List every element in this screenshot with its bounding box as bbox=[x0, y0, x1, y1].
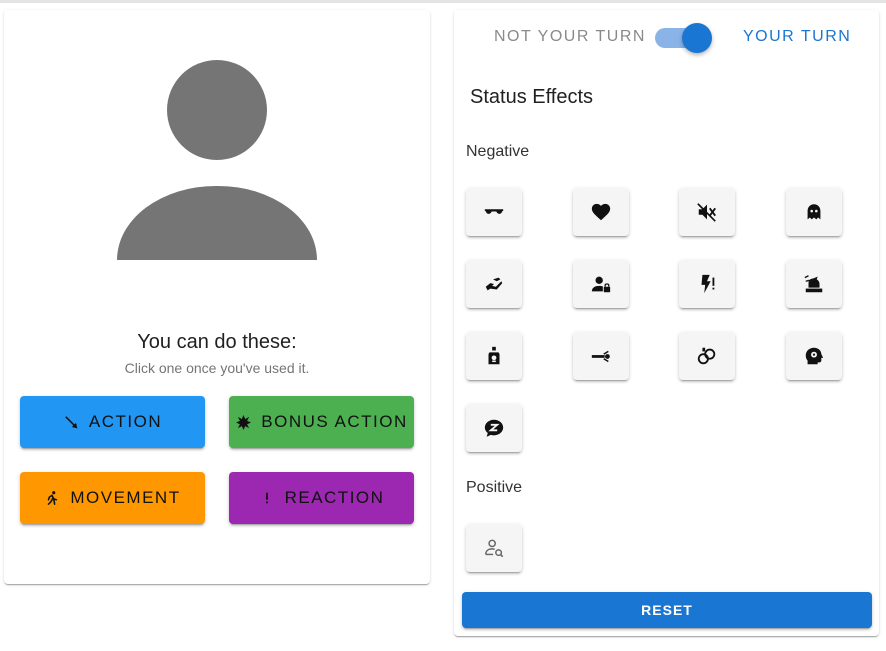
restrained-icon bbox=[697, 347, 716, 365]
actions-subtitle: Click one once you've used it. bbox=[124, 360, 310, 376]
prone-icon bbox=[591, 350, 610, 363]
effect-petrified-button[interactable] bbox=[786, 260, 842, 308]
exclamation-icon bbox=[259, 490, 275, 506]
stunned-icon bbox=[805, 347, 824, 365]
movement-button[interactable]: MOVEMENT bbox=[20, 472, 205, 524]
not-your-turn-label: NOT YOUR TURN bbox=[494, 28, 646, 45]
actions-card: You can do these: Click one once you've … bbox=[4, 10, 430, 584]
poisoned-icon bbox=[488, 346, 500, 365]
top-divider bbox=[0, 0, 886, 3]
movement-label: MOVEMENT bbox=[70, 488, 181, 507]
bonus-action-label: BONUS ACTION bbox=[261, 412, 408, 431]
effect-stunned-button[interactable] bbox=[786, 332, 842, 380]
effect-grappled-button[interactable] bbox=[466, 260, 522, 308]
charmed-icon bbox=[591, 203, 611, 221]
blinded-icon bbox=[484, 209, 504, 214]
deafened-icon bbox=[697, 203, 716, 222]
sword-icon bbox=[63, 414, 79, 430]
turn-switch-thumb[interactable] bbox=[682, 23, 712, 53]
frightened-icon bbox=[807, 204, 821, 220]
incapacitated-icon bbox=[591, 276, 611, 293]
petrified-icon bbox=[804, 275, 823, 293]
effect-invisible-button[interactable] bbox=[466, 524, 522, 572]
effect-poisoned-button[interactable] bbox=[466, 332, 522, 380]
avatar-body bbox=[117, 186, 317, 260]
bonus-action-button[interactable]: BONUS ACTION bbox=[229, 396, 414, 448]
burst-icon bbox=[235, 414, 251, 430]
negative-label: Negative bbox=[466, 143, 530, 160]
action-button[interactable]: ACTION bbox=[20, 396, 205, 448]
paralyzed-icon bbox=[701, 274, 715, 294]
effect-blinded-button[interactable] bbox=[466, 188, 522, 236]
unconscious-icon bbox=[484, 419, 504, 437]
effect-restrained-button[interactable] bbox=[679, 332, 735, 380]
action-label: ACTION bbox=[88, 412, 163, 431]
effect-paralyzed-button[interactable] bbox=[679, 260, 735, 308]
avatar-head bbox=[167, 60, 267, 160]
invisible-icon bbox=[485, 539, 504, 558]
actions-title: You can do these: bbox=[137, 331, 297, 353]
reaction-label: REACTION bbox=[284, 488, 385, 507]
effect-prone-button[interactable] bbox=[573, 332, 629, 380]
running-icon bbox=[44, 490, 60, 506]
effect-deafened-button[interactable] bbox=[679, 188, 735, 236]
reaction-button[interactable]: REACTION bbox=[229, 472, 414, 524]
effect-unconscious-button[interactable] bbox=[466, 404, 522, 452]
effect-charmed-button[interactable] bbox=[573, 188, 629, 236]
effect-incapacitated-button[interactable] bbox=[573, 260, 629, 308]
grappled-icon bbox=[485, 277, 503, 291]
effect-frightened-button[interactable] bbox=[786, 188, 842, 236]
your-turn-label: YOUR TURN bbox=[743, 28, 852, 45]
positive-label: Positive bbox=[466, 479, 523, 496]
status-card: NOT YOUR TURN YOUR TURN Status Effects N… bbox=[454, 10, 879, 636]
reset-button[interactable]: RESET bbox=[462, 592, 872, 628]
status-effects-title: Status Effects bbox=[470, 86, 594, 108]
